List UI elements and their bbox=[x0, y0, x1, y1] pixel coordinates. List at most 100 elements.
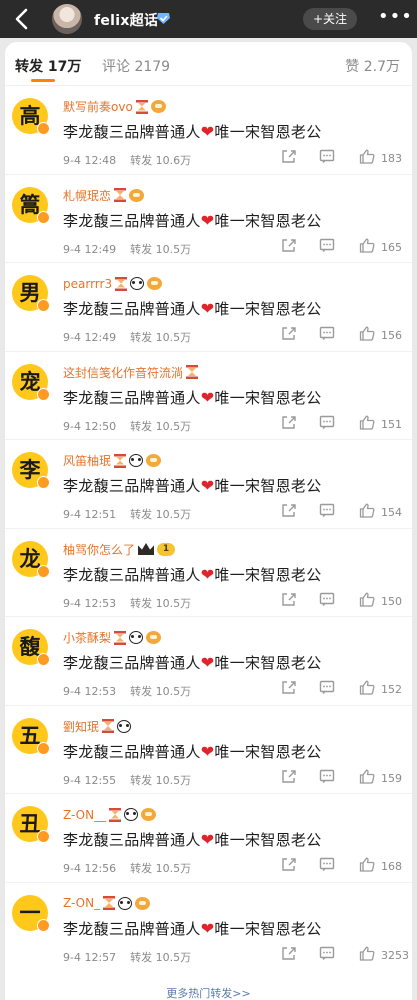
repost-meta: 9-4 12:50 转发 10.5万 bbox=[63, 418, 191, 434]
comment-icon bbox=[319, 503, 335, 522]
avatar[interactable]: 篙 bbox=[12, 186, 50, 224]
like-button[interactable] bbox=[359, 326, 375, 341]
more-hot-reposts-link[interactable]: 更多热门转发>> bbox=[5, 985, 412, 1000]
username[interactable]: pearrrr3 bbox=[63, 277, 112, 291]
hourglass-badge-icon bbox=[114, 630, 127, 645]
share-button[interactable] bbox=[281, 238, 297, 253]
hourglass-badge-icon bbox=[186, 365, 199, 379]
share-button[interactable] bbox=[281, 769, 297, 784]
avatar[interactable]: 馥 bbox=[12, 629, 50, 666]
like-button[interactable] bbox=[359, 149, 375, 164]
avatar[interactable]: 一 bbox=[12, 894, 50, 932]
more-button[interactable]: ••• bbox=[378, 8, 412, 30]
avatar[interactable]: 宠 bbox=[12, 363, 50, 401]
tab-likes[interactable]: 赞 2.7万 bbox=[345, 56, 400, 76]
like-button[interactable] bbox=[359, 592, 375, 607]
username[interactable]: 这封信笺化作音符流淌 bbox=[63, 364, 183, 381]
comment-button[interactable] bbox=[319, 769, 335, 784]
share-button[interactable] bbox=[281, 946, 297, 961]
hourglass-badge-icon bbox=[115, 276, 128, 291]
tab-reposts[interactable]: 转发 17万 bbox=[15, 56, 81, 76]
repost-row[interactable]: 一 Z-ON_ 李龙馥三品牌普通人❤唯一宋智恩老公 9-4 12:57 转发 10.5万… bbox=[5, 883, 412, 972]
username[interactable]: 札幌珉恋 bbox=[63, 187, 111, 204]
timestamp: 9-4 12:51 bbox=[63, 508, 117, 521]
repost-row[interactable]: 高默写前奏ovo 李龙馥三品牌普通人❤唯一宋智恩老公 9-4 12:48 转发 10.… bbox=[5, 86, 412, 175]
comment-button[interactable] bbox=[319, 946, 335, 961]
repost-row[interactable]: 丑 Z-ON__ 李龙馥三品牌普通人❤唯一宋智恩老公 9-4 12:56 转发 10.5… bbox=[5, 794, 412, 883]
comment-button[interactable] bbox=[319, 680, 335, 695]
repost-row[interactable]: 龙柚骂你怎么了 1 李龙馥三品牌普通人❤唯一宋智恩老公 9-4 12:53 转发 10.… bbox=[5, 529, 412, 617]
heart-icon: ❤ bbox=[200, 476, 215, 495]
repost-row[interactable]: 李风笛柚珉 李龙馥三品牌普通人❤唯一宋智恩老公 9-4 12:51 转发 10.5万 1… bbox=[5, 440, 412, 529]
heart-icon: ❤ bbox=[200, 918, 215, 938]
verified-v-icon bbox=[37, 653, 50, 666]
repost-row[interactable]: 男 pearrrr3 李龙馥三品牌普通人❤唯一宋智恩老公 9-4 12:49 转发 10… bbox=[5, 263, 412, 352]
tab-comments[interactable]: 评论 2179 bbox=[102, 56, 170, 76]
share-icon bbox=[281, 149, 297, 168]
comment-button[interactable] bbox=[319, 149, 335, 164]
share-button[interactable] bbox=[281, 592, 297, 607]
repost-row[interactable]: 篙札幌珉恋 李龙馥三品牌普通人❤唯一宋智恩老公 9-4 12:49 转发 10.5万 1… bbox=[5, 175, 412, 263]
repost-text: 李龙馥三品牌普通人❤唯一宋智恩老公 bbox=[63, 918, 322, 938]
share-button[interactable] bbox=[281, 415, 297, 430]
repost-row[interactable]: 五劉知珉 李龙馥三品牌普通人❤唯一宋智恩老公 9-4 12:55 转发 10.5万 15… bbox=[5, 706, 412, 794]
username[interactable]: Z-ON__ bbox=[63, 808, 106, 822]
heart-icon: ❤ bbox=[200, 299, 215, 318]
tab-bar: 转发 17万 评论 2179 赞 2.7万 bbox=[5, 42, 412, 86]
repost-row[interactable]: 馥小茶酥梨 李龙馥三品牌普通人❤唯一宋智恩老公 9-4 12:53 转发 10.5万 1… bbox=[5, 617, 412, 706]
like-button[interactable] bbox=[359, 857, 375, 872]
repost-row[interactable]: 宠这封信笺化作音符流淌 李龙馥三品牌普通人❤唯一宋智恩老公 9-4 12:50 转发 … bbox=[5, 352, 412, 440]
comment-button[interactable] bbox=[319, 503, 335, 518]
like-button[interactable] bbox=[359, 415, 375, 430]
share-button[interactable] bbox=[281, 680, 297, 695]
avatar[interactable]: 五 bbox=[12, 717, 50, 755]
username[interactable]: 小茶酥梨 bbox=[63, 629, 111, 646]
comment-button[interactable] bbox=[319, 592, 335, 607]
username-line: 劉知珉 bbox=[63, 716, 132, 735]
page-title: felix超话 bbox=[94, 13, 159, 29]
sun-badge-icon bbox=[147, 277, 163, 290]
timestamp: 9-4 12:55 bbox=[63, 773, 117, 787]
follow-button[interactable]: +关注 bbox=[303, 8, 357, 30]
username-line: 札幌珉恋 bbox=[63, 185, 145, 204]
avatar[interactable]: 男 bbox=[12, 275, 50, 312]
repost-text: 李龙馥三品牌普通人❤唯一宋智恩老公 bbox=[63, 210, 322, 230]
verified-v-icon bbox=[37, 122, 50, 135]
avatar[interactable]: 李 bbox=[12, 452, 50, 489]
username[interactable]: 风笛柚珉 bbox=[63, 452, 111, 469]
username[interactable]: 柚骂你怎么了 bbox=[63, 541, 135, 558]
like-count: 156 bbox=[381, 329, 402, 342]
comment-icon bbox=[319, 326, 335, 345]
thumbs-up-icon bbox=[359, 415, 375, 434]
comment-button[interactable] bbox=[319, 857, 335, 872]
back-button[interactable] bbox=[12, 7, 32, 31]
sun-badge-icon bbox=[129, 188, 145, 202]
repost-text: 李龙馥三品牌普通人❤唯一宋智恩老公 bbox=[63, 830, 322, 849]
repost-count: 转发 10.5万 bbox=[130, 685, 192, 698]
like-button[interactable] bbox=[359, 946, 375, 961]
username[interactable]: Z-ON_ bbox=[63, 896, 100, 910]
username[interactable]: 劉知珉 bbox=[63, 718, 99, 735]
timestamp: 9-4 12:56 bbox=[63, 862, 117, 875]
share-icon bbox=[281, 503, 297, 522]
share-button[interactable] bbox=[281, 326, 297, 341]
like-button[interactable] bbox=[359, 503, 375, 518]
avatar[interactable]: 高 bbox=[12, 98, 50, 135]
like-count: 154 bbox=[381, 506, 402, 519]
share-button[interactable] bbox=[281, 857, 297, 872]
avatar[interactable]: 丑 bbox=[12, 806, 50, 843]
verified-v-icon bbox=[37, 210, 50, 224]
like-button[interactable] bbox=[359, 769, 375, 784]
comment-button[interactable] bbox=[319, 415, 335, 430]
username[interactable]: 默写前奏ovo bbox=[63, 98, 133, 115]
heart-icon: ❤ bbox=[200, 653, 215, 672]
like-button[interactable] bbox=[359, 680, 375, 695]
like-button[interactable] bbox=[359, 238, 375, 253]
share-button[interactable] bbox=[281, 149, 297, 164]
comment-button[interactable] bbox=[319, 238, 335, 253]
avatar[interactable]: 龙 bbox=[12, 540, 50, 578]
repost-text: 李龙馥三品牌普通人❤唯一宋智恩老公 bbox=[63, 653, 322, 672]
share-button[interactable] bbox=[281, 503, 297, 518]
comment-button[interactable] bbox=[319, 326, 335, 341]
supertopic-avatar[interactable] bbox=[52, 4, 82, 34]
